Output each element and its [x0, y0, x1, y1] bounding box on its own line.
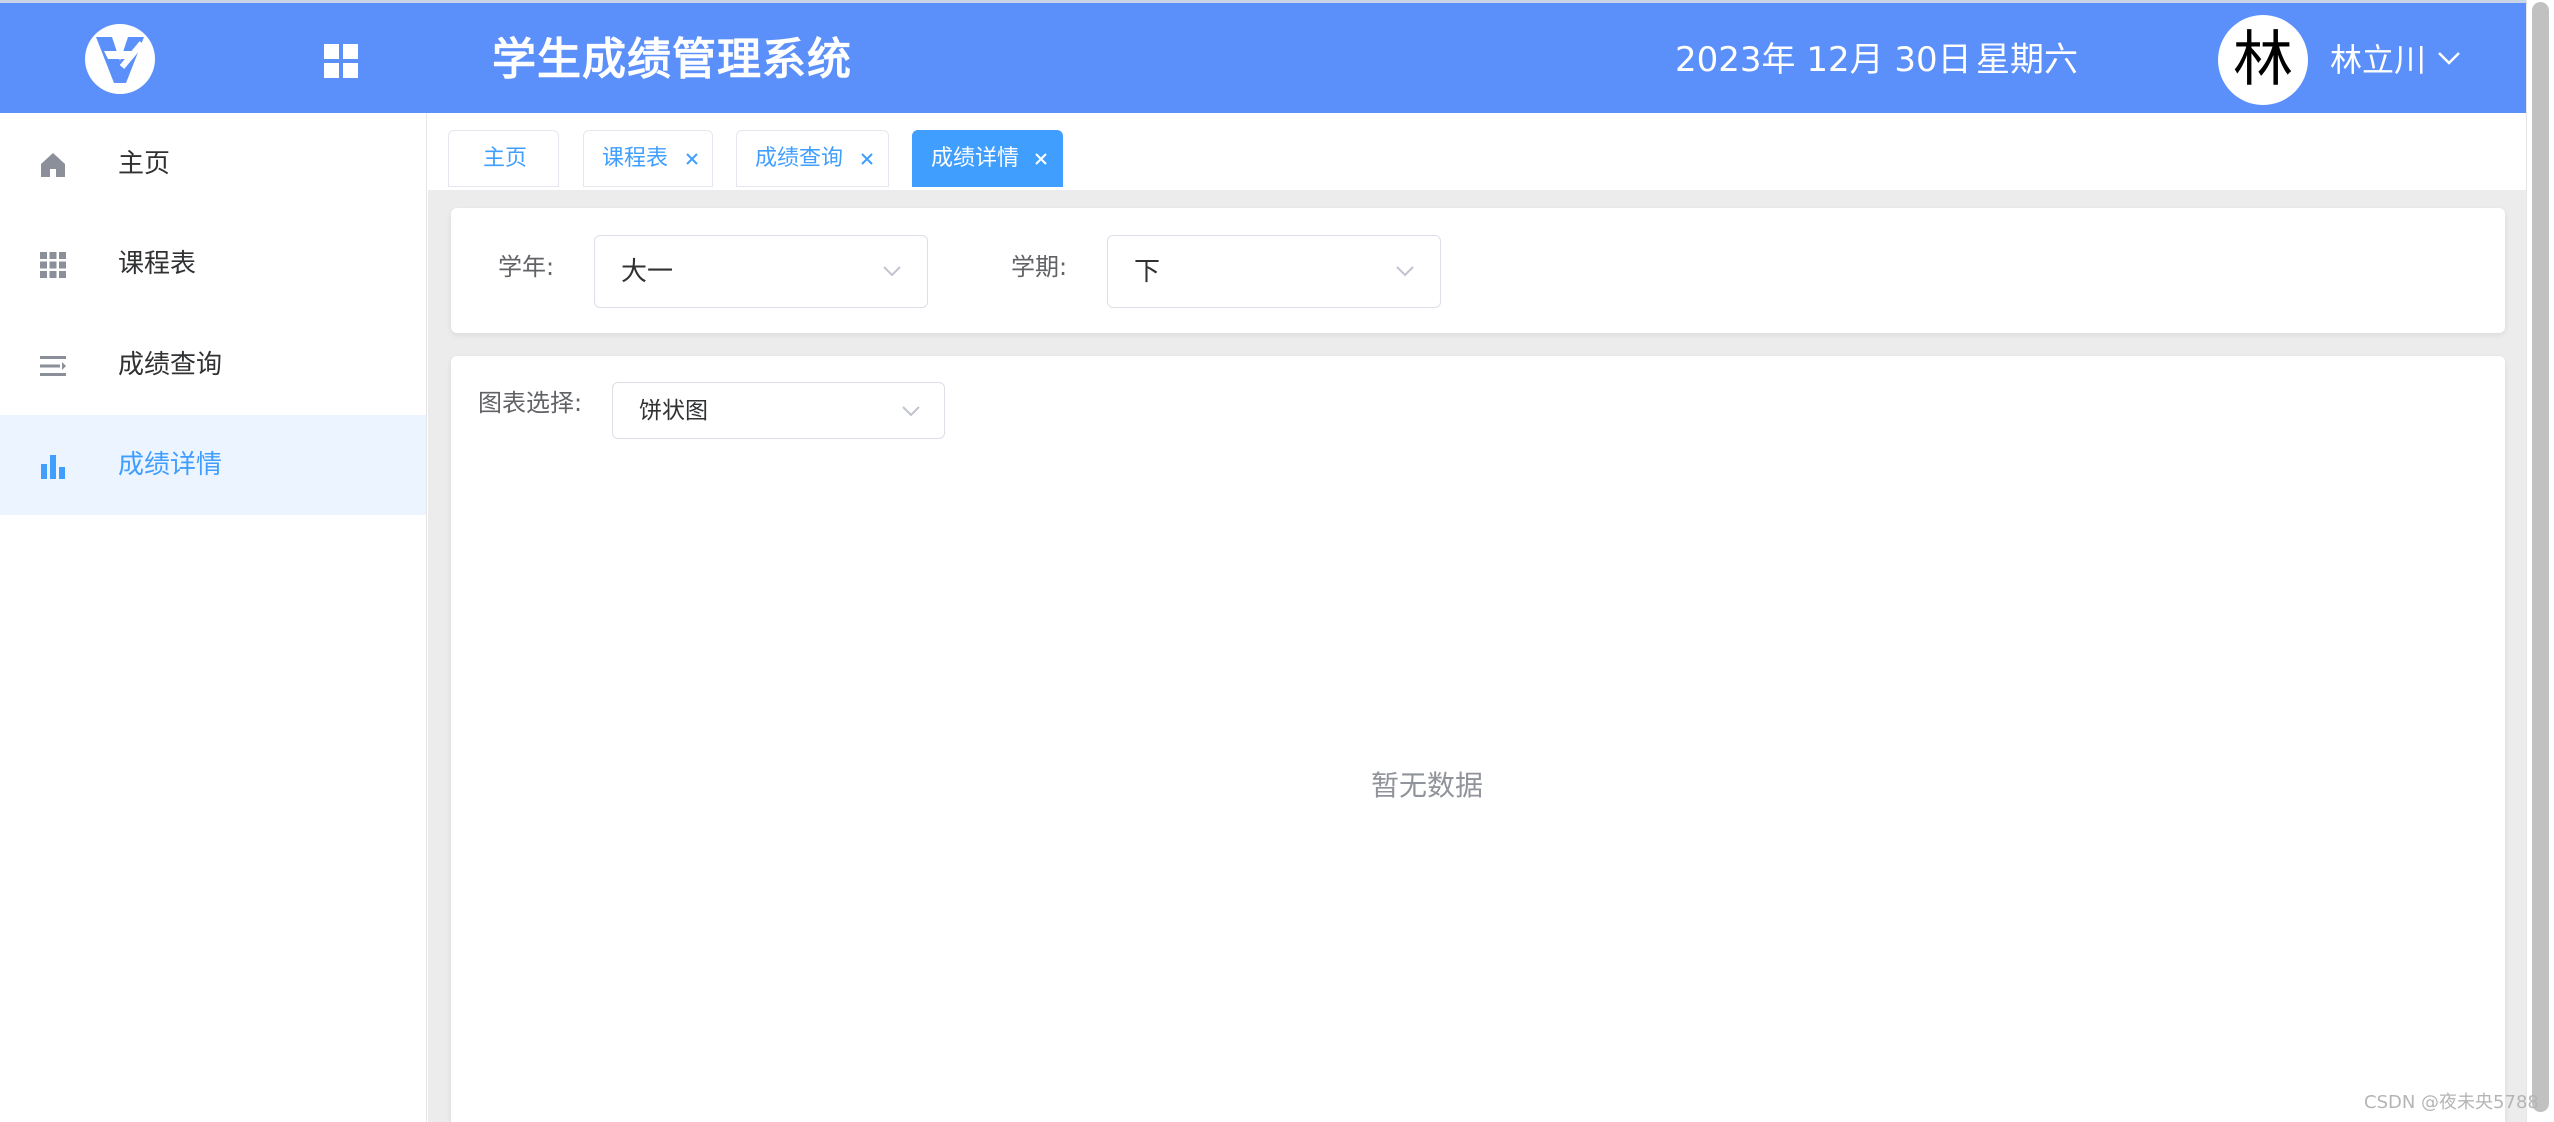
tab-score-details[interactable]: 成绩详情 [912, 130, 1063, 187]
chevron-down-icon [883, 266, 901, 277]
tab-home[interactable]: 主页 [448, 130, 559, 187]
sidebar: 主页 课程表 成绩查询 成绩详情 [0, 113, 427, 1122]
chart-select-label: 图表选择: [478, 389, 583, 417]
chevron-down-icon [1396, 266, 1414, 277]
chevron-down-icon [902, 406, 920, 417]
term-label: 学期: [1011, 253, 1068, 281]
tab-label: 成绩查询 [755, 146, 844, 171]
close-icon[interactable] [684, 151, 700, 167]
filter-panel: 学年: 大一 学期: 下 [451, 208, 2505, 333]
sidebar-item-label: 主页 [118, 149, 171, 179]
year-select-value: 大一 [621, 257, 674, 287]
sidebar-item-label: 成绩查询 [118, 350, 223, 380]
watermark: CSDN @夜未央5788 [2364, 1092, 2539, 1113]
year-select[interactable]: 大一 [594, 235, 928, 308]
tab-label: 成绩详情 [931, 146, 1020, 171]
bar-chart-icon [41, 455, 65, 479]
sidebar-item-label: 课程表 [118, 249, 197, 279]
current-date: 2023年 12月 30日 [1675, 40, 1972, 80]
chart-type-select[interactable]: 饼状图 [612, 382, 945, 439]
grid-icon [40, 252, 66, 278]
chart-type-value: 饼状图 [639, 398, 708, 424]
current-weekday: 星期六 [1976, 40, 2078, 80]
scrollbar-thumb[interactable] [2532, 2, 2549, 1112]
user-menu-name[interactable]: 林立川 [2330, 38, 2426, 82]
sidebar-item-label: 成绩详情 [118, 450, 223, 480]
app-title: 学生成绩管理系统 [492, 34, 852, 85]
year-label: 学年: [498, 253, 555, 281]
grid-toggle-icon[interactable] [323, 43, 359, 79]
close-icon[interactable] [1033, 151, 1049, 167]
tab-score-query[interactable]: 成绩查询 [736, 130, 889, 187]
chart-panel: 图表选择: 饼状图 暂无数据 [451, 356, 2505, 1122]
home-icon [41, 153, 65, 177]
list-icon [40, 356, 66, 376]
tab-label: 课程表 [602, 146, 669, 171]
top-header: 学生成绩管理系统 2023年 12月 30日 星期六 林 林立川 [0, 0, 2526, 113]
logo-icon [85, 24, 155, 94]
chevron-down-icon[interactable] [2436, 45, 2462, 71]
term-select[interactable]: 下 [1107, 235, 1441, 308]
page-scrollbar[interactable] [2526, 0, 2554, 1122]
empty-state-text: 暂无数据 [1371, 769, 1484, 802]
avatar[interactable]: 林 [2218, 15, 2308, 105]
term-select-value: 下 [1134, 257, 1161, 287]
tab-bar: 主页 课程表 成绩查询 成绩详情 [428, 113, 2526, 190]
tab-label: 主页 [483, 146, 528, 171]
close-icon[interactable] [859, 151, 875, 167]
main-content: 主页 课程表 成绩查询 成绩详情 学年: 大一 学期: 下 图表选择: 饼状图 … [428, 113, 2526, 1122]
sidebar-item-home[interactable]: 主页 [0, 114, 426, 214]
tab-schedule[interactable]: 课程表 [583, 130, 713, 187]
sidebar-item-score-query[interactable]: 成绩查询 [0, 315, 426, 415]
sidebar-item-score-details[interactable]: 成绩详情 [0, 415, 426, 515]
sidebar-item-schedule[interactable]: 课程表 [0, 214, 426, 314]
